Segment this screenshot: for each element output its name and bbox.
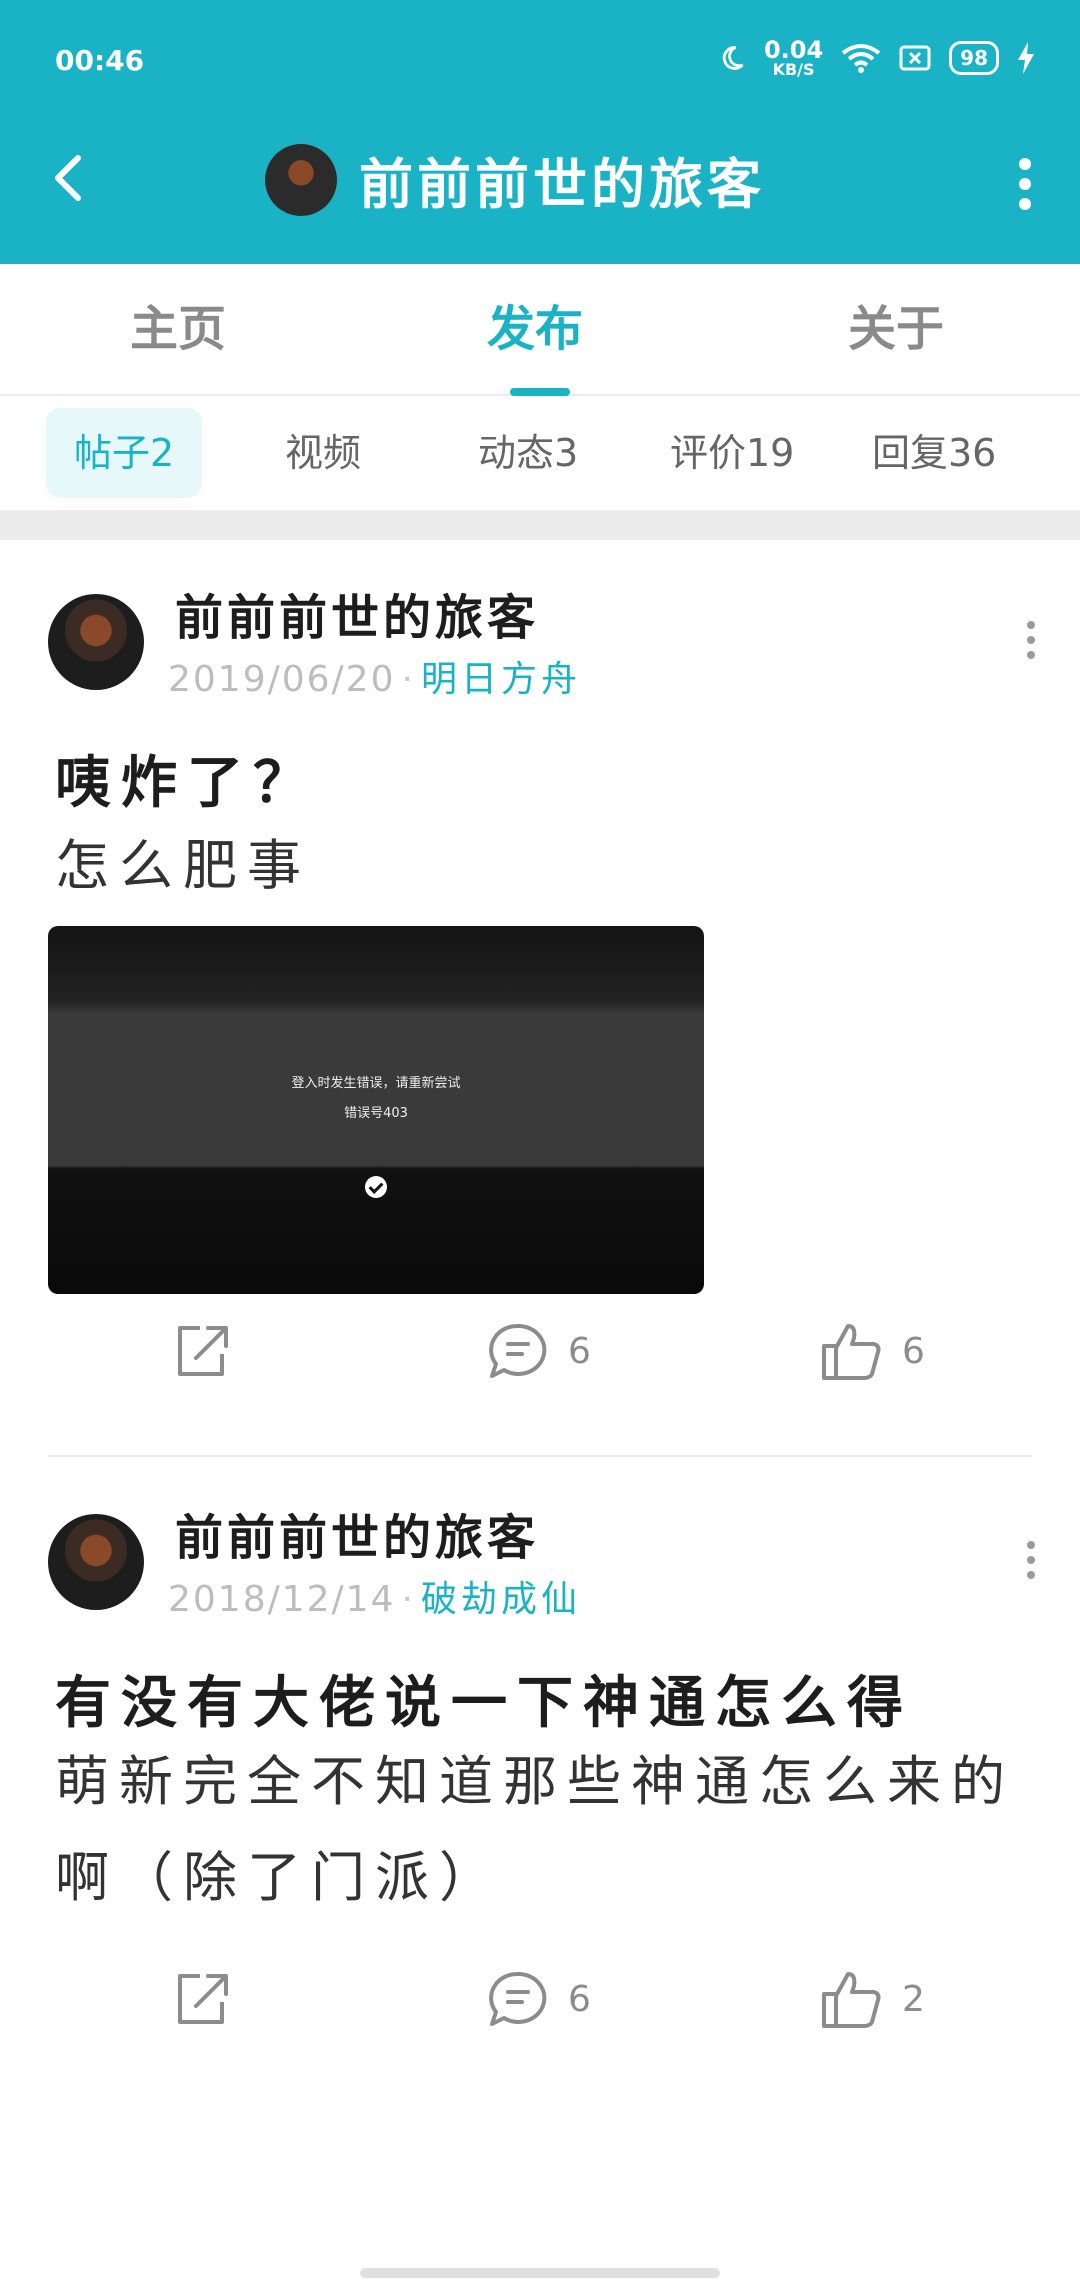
post-author[interactable]: 前前前世的旅客 (175, 1498, 539, 1568)
subtab-replies[interactable]: 回复36 (872, 408, 996, 498)
share-icon (178, 1326, 228, 1376)
post-date: 2019/06/20 (168, 659, 396, 700)
image-error-code: 错误号403 (344, 1106, 408, 1121)
post-divider (48, 1455, 1032, 1457)
section-gap (0, 510, 1080, 540)
wifi-icon (841, 44, 881, 73)
status-bar: 00:46 0.04 KB/S 98 (0, 0, 1080, 130)
like-count: 6 (902, 1330, 925, 1372)
post-actions: 6 2 (0, 1968, 1080, 2068)
comment-button[interactable]: 6 (486, 1968, 591, 2030)
comment-button[interactable]: 6 (486, 1320, 591, 1382)
post-meta: 2019/06/20 · 明日方舟 (168, 659, 581, 700)
comment-count: 6 (568, 1978, 591, 2020)
comment-icon (489, 1971, 547, 2026)
tab-publish[interactable]: 发布 (487, 264, 583, 394)
avatar[interactable] (48, 594, 144, 690)
like-count: 2 (902, 1978, 925, 2020)
post-date: 2018/12/14 (168, 1579, 396, 1620)
status-icons: 0.04 KB/S 98 (718, 38, 1035, 78)
tab-about[interactable]: 关于 (848, 264, 944, 394)
post-title: 有没有大佬说一下神通怎么得 (55, 1671, 913, 1736)
post-more-icon[interactable] (1024, 620, 1038, 660)
header-title-group: 前前前世的旅客 (265, 140, 765, 219)
like-button[interactable]: 6 (820, 1320, 925, 1382)
post-body: 萌新完全不知道那些神通怎么来的啊（除了门派） (55, 1750, 1015, 1909)
net-speed-value: 0.04 (763, 36, 824, 64)
net-speed: 0.04 KB/S (764, 38, 823, 78)
header-avatar[interactable] (265, 143, 337, 216)
share-icon (178, 1974, 228, 2024)
home-indicator[interactable] (360, 2268, 720, 2278)
thumbs-up-icon (822, 1972, 881, 2028)
image-error-message: 登入时发生错误，请重新尝试 (291, 1076, 461, 1091)
post-more-icon[interactable] (1024, 1540, 1038, 1580)
main-tabs: 主页 发布 关于 (0, 264, 1080, 396)
post-actions: 6 6 (0, 1320, 1080, 1420)
post-meta: 2018/12/14 · 破劫成仙 (168, 1579, 581, 1620)
subtab-posts[interactable]: 帖子2 (46, 408, 203, 498)
net-speed-unit: KB/S (772, 60, 815, 79)
avatar[interactable] (48, 1514, 144, 1610)
like-button[interactable]: 2 (820, 1968, 925, 2030)
battery-level: 98 (949, 41, 999, 75)
post-title: 咦炸了？ (55, 751, 319, 816)
subtab-videos[interactable]: 视频 (285, 408, 361, 498)
comment-count: 6 (568, 1330, 591, 1372)
post-image[interactable]: 登入时发生错误，请重新尝试 错误号403 (48, 926, 704, 1294)
post-card[interactable]: 前前前世的旅客 2019/06/20 · 明日方舟 咦炸了？ 怎么肥事 登入时发生错… (0, 540, 1080, 1460)
share-button[interactable] (172, 1320, 234, 1382)
subtab-reviews[interactable]: 评价19 (670, 408, 794, 498)
check-icon (365, 1176, 387, 1198)
post-author[interactable]: 前前前世的旅客 (175, 578, 539, 648)
more-vertical-icon[interactable] (1010, 154, 1040, 214)
post-board[interactable]: 明日方舟 (421, 659, 581, 700)
comment-icon (489, 1323, 547, 1378)
sub-tabs: 帖子2 视频 动态3 评价19 回复36 (0, 396, 1080, 510)
status-time: 00:46 (55, 44, 145, 77)
charging-icon (1018, 42, 1034, 74)
thumbs-up-icon (822, 1324, 881, 1380)
tab-home[interactable]: 主页 (130, 264, 226, 394)
active-tab-indicator (510, 388, 570, 396)
post-body: 怎么肥事 (55, 834, 311, 897)
moon-icon (722, 46, 744, 70)
sim-icon (899, 45, 931, 71)
subtab-moments[interactable]: 动态3 (478, 408, 578, 498)
page-title: 前前前世的旅客 (359, 153, 765, 216)
post-card[interactable]: 前前前世的旅客 2018/12/14 · 破劫成仙 有没有大佬说一下神通怎么得 萌新… (0, 1458, 1080, 2158)
back-arrow-icon[interactable] (40, 148, 100, 208)
post-board[interactable]: 破劫成仙 (421, 1579, 581, 1620)
app-header: 前前前世的旅客 (0, 130, 1080, 264)
share-button[interactable] (172, 1968, 234, 2030)
